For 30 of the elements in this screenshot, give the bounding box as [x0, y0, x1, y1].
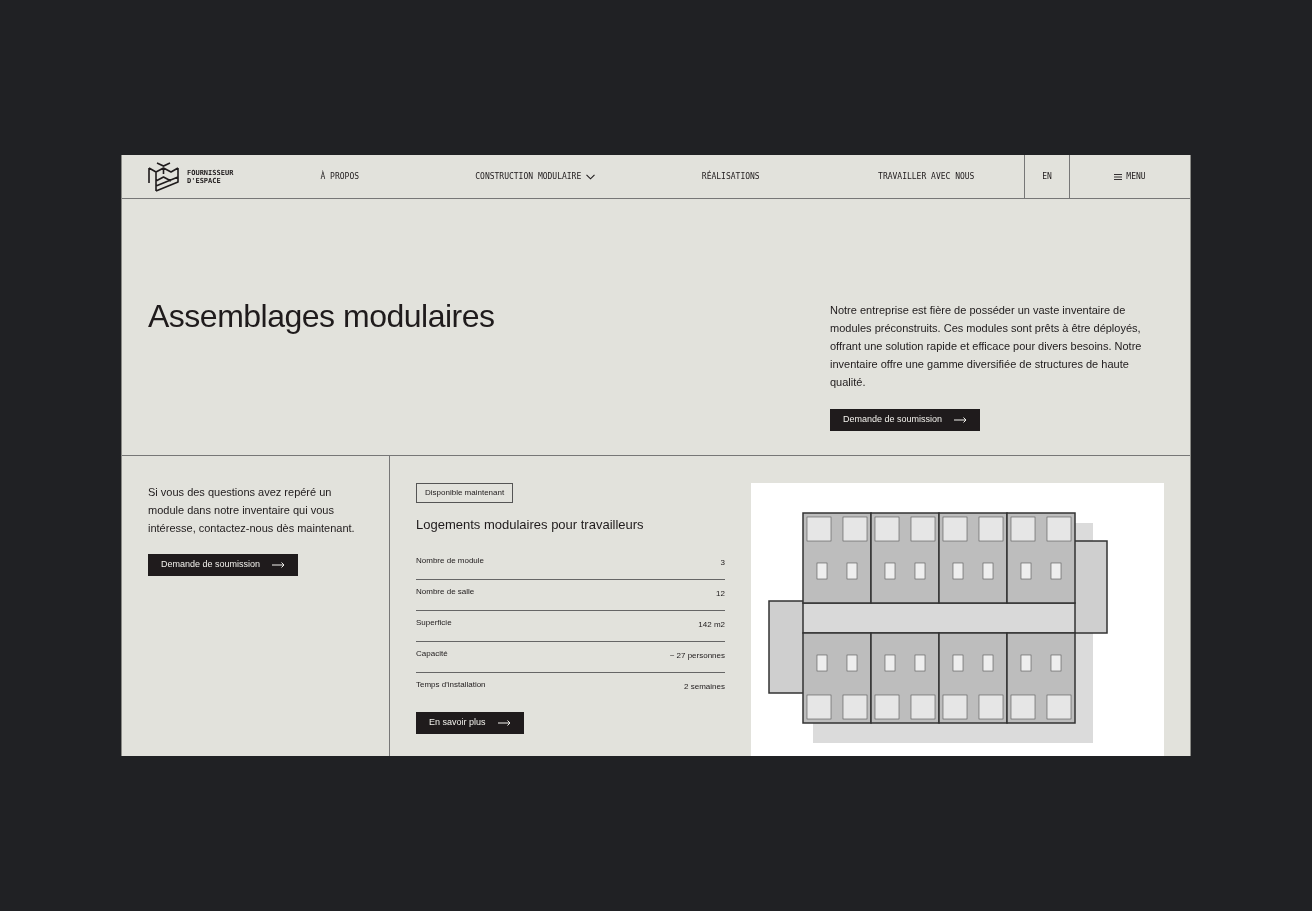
nav-link[interactable]: CONSTRUCTION MODULAIRE	[437, 170, 633, 183]
menu-button[interactable]: MENU	[1069, 155, 1190, 198]
spec-value: 142 m2	[698, 618, 725, 631]
arrow-right-icon	[954, 417, 968, 423]
arrow-right-icon	[272, 562, 286, 568]
spec-label: Nombre de module	[416, 554, 485, 567]
nav-link[interactable]: TRAVAILLER AVEC NOUS	[828, 170, 1024, 183]
language-button[interactable]: EN	[1024, 155, 1069, 198]
spec-value: 12	[716, 587, 725, 600]
spec-label: Capacité	[416, 647, 448, 660]
page-title: Assemblages modulaires	[148, 297, 495, 336]
listing-title: Logements modulaires pour travailleurs	[416, 516, 645, 534]
spec-value: ~ 27 personnes	[669, 649, 725, 662]
quote-button[interactable]: Demande de soumission	[830, 409, 981, 431]
learn-more-button[interactable]: En savoir plus	[416, 711, 524, 734]
spec-value: 2 semaines	[684, 680, 725, 693]
spec-label: Nombre de salle	[416, 585, 475, 598]
menu-icon	[1114, 173, 1123, 180]
spec-value: 3	[720, 556, 725, 569]
arrow-right-icon	[497, 719, 511, 726]
quote-button[interactable]: Demande de soumission	[148, 554, 299, 576]
spec-label: Superficie	[416, 616, 452, 629]
nav-link[interactable]: RÉALISATIONS	[633, 170, 829, 183]
chevron-down-icon	[586, 173, 596, 180]
intro-paragraph: Notre entreprise est fière de posséder un vaste inventaire de modules préconstruits. Ces modules sont prêts à être déployés, offrant une solution rapide et efficace pour divers besoins. Notre inventaire offre une gamme diversifiée de structures de haute qualité.	[830, 303, 1143, 390]
nav-link[interactable]: À PROPOS	[242, 170, 438, 183]
logo-icon	[148, 161, 179, 192]
spec-label: Temps d'installation	[416, 678, 486, 691]
availability-badge: Disponible maintenant	[416, 483, 514, 503]
contact-paragraph: Si vous des questions avez repéré un module dans notre inventaire qui vous intéresse, contactez-nous dès maintenant.	[148, 485, 356, 536]
